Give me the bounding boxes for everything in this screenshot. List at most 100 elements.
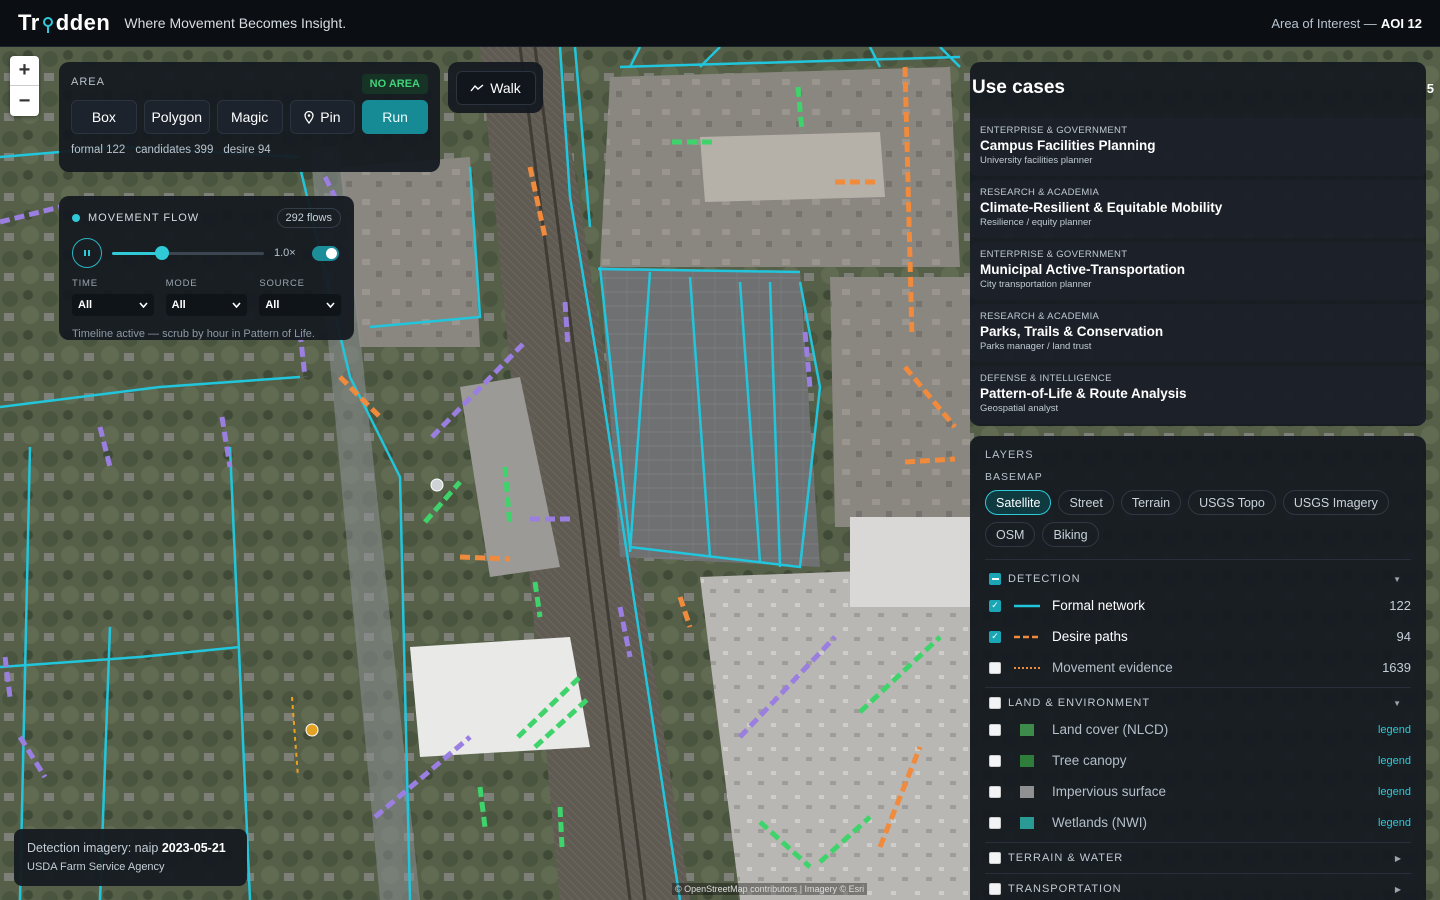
- land-group-checkbox[interactable]: [989, 697, 1001, 709]
- use-cases-panel: Use cases 5 ENTERPRISE & GOVERNMENT Camp…: [970, 62, 1434, 426]
- use-case-item[interactable]: ENTERPRISE & GOVERNMENT Campus Facilitie…: [970, 118, 1426, 176]
- timeline-handle[interactable]: [155, 245, 170, 260]
- no-area-badge: NO AREA: [361, 74, 428, 94]
- caret-down-icon: ▼: [1393, 698, 1401, 708]
- detection-group-checkbox[interactable]: [989, 573, 1001, 585]
- source-select[interactable]: All: [259, 294, 342, 316]
- time-select[interactable]: All: [72, 294, 154, 316]
- use-case-item[interactable]: RESEARCH & ACADEMIA Parks, Trails & Cons…: [970, 304, 1426, 362]
- basemap-biking[interactable]: Biking: [1042, 522, 1099, 547]
- pause-button[interactable]: [72, 238, 102, 268]
- desire-paths-count: 94: [1396, 629, 1411, 644]
- divider: [985, 842, 1411, 843]
- use-case-persona: Parks manager / land trust: [980, 341, 1092, 352]
- use-case-name: Campus Facilities Planning: [980, 138, 1156, 153]
- box-tool-button[interactable]: Box: [71, 100, 137, 134]
- impervious-surface-checkbox[interactable]: [989, 785, 1001, 798]
- use-case-name: Parks, Trails & Conservation: [980, 324, 1164, 339]
- desire-paths-label: Desire paths: [1052, 629, 1128, 644]
- imagery-info: Detection imagery: naip 2023-05-21 USDA …: [14, 829, 247, 886]
- desire-paths-checkbox[interactable]: ✓: [989, 630, 1001, 643]
- walk-label: Walk: [490, 79, 521, 96]
- tree-canopy-checkbox[interactable]: [989, 754, 1001, 767]
- run-button[interactable]: Run: [362, 100, 428, 134]
- layer-row-formal-network[interactable]: ✓ Formal network 122: [985, 590, 1411, 621]
- app-logo[interactable]: Tr dden: [18, 10, 110, 36]
- wetlands-label: Wetlands (NWI): [1052, 815, 1148, 830]
- layer-row-tree-canopy[interactable]: Tree canopy legend: [985, 745, 1411, 776]
- transportation-group-header[interactable]: TRANSPORTATION ▶: [985, 878, 1411, 900]
- use-cases-count: 5: [1426, 80, 1434, 96]
- top-bar: Tr dden Where Movement Becomes Insight. …: [0, 0, 1440, 47]
- basemap-label: BASEMAP: [985, 471, 1043, 483]
- map-pin-icon: [42, 14, 54, 33]
- formal-network-checkbox[interactable]: ✓: [989, 599, 1001, 612]
- movement-evidence-label: Movement evidence: [1052, 660, 1173, 675]
- use-case-category: RESEARCH & ACADEMIA: [980, 311, 1100, 322]
- walk-button[interactable]: Walk: [455, 70, 536, 105]
- mode-filter: MODE All: [165, 278, 248, 316]
- land-group-header[interactable]: LAND & ENVIRONMENT ▼: [985, 692, 1411, 714]
- basemap-street[interactable]: Street: [1058, 490, 1114, 515]
- map-attribution[interactable]: © OpenStreetMap contributors | Imagery ©…: [672, 883, 868, 895]
- use-case-name: Municipal Active-Transportation: [980, 262, 1186, 277]
- mode-select[interactable]: All: [165, 294, 248, 316]
- flow-count-badge: 292 flows: [276, 208, 341, 228]
- movement-flow-panel: MOVEMENT FLOW 292 flows 1.0× TIME All MO…: [59, 196, 354, 340]
- layer-row-movement-evidence[interactable]: Movement evidence 1639: [985, 652, 1411, 683]
- layer-row-wetlands[interactable]: Wetlands (NWI) legend: [985, 807, 1411, 838]
- tree-canopy-legend-link[interactable]: legend: [1378, 755, 1411, 767]
- wetlands-swatch: [1014, 816, 1040, 829]
- polygon-tool-button[interactable]: Polygon: [143, 100, 210, 134]
- terrain-group-checkbox[interactable]: [989, 852, 1001, 864]
- layers-panel: LAYERS BASEMAP Satellite Street Terrain …: [970, 436, 1426, 900]
- wetlands-checkbox[interactable]: [989, 816, 1001, 829]
- pin-tool-label: Pin: [320, 109, 341, 125]
- timeline-hint: Timeline active — scrub by hour in Patte…: [72, 328, 315, 340]
- basemap-usgs-topo[interactable]: USGS Topo: [1188, 490, 1276, 515]
- basemap-usgs-imagery[interactable]: USGS Imagery: [1282, 490, 1389, 515]
- impervious-surface-legend-link[interactable]: legend: [1378, 786, 1411, 798]
- tree-canopy-swatch: [1014, 754, 1040, 767]
- terrain-group-header[interactable]: TERRAIN & WATER ▶: [985, 847, 1411, 869]
- movement-evidence-checkbox[interactable]: [989, 661, 1001, 674]
- basemap-terrain[interactable]: Terrain: [1120, 490, 1182, 515]
- flow-toggle[interactable]: [312, 245, 339, 261]
- dotted-line-swatch: [1014, 662, 1040, 674]
- wetlands-legend-link[interactable]: legend: [1378, 817, 1411, 829]
- divider: [985, 559, 1411, 560]
- use-case-item[interactable]: RESEARCH & ACADEMIA Climate-Resilient & …: [970, 180, 1426, 238]
- use-case-item[interactable]: ENTERPRISE & GOVERNMENT Municipal Active…: [970, 242, 1426, 300]
- zoom-in-button[interactable]: +: [10, 56, 39, 86]
- basemap-osm[interactable]: OSM: [985, 522, 1036, 547]
- land-cover-legend-link[interactable]: legend: [1378, 724, 1411, 736]
- formal-network-label: Formal network: [1052, 598, 1146, 613]
- zoom-out-button[interactable]: −: [10, 86, 39, 116]
- transportation-group-label: TRANSPORTATION: [1008, 883, 1122, 895]
- flow-status-dot: [72, 214, 80, 222]
- speed-readout[interactable]: 1.0×: [274, 247, 302, 259]
- source-filter: SOURCE All: [259, 278, 342, 316]
- basemap-satellite[interactable]: Satellite: [985, 490, 1052, 515]
- use-case-name: Pattern-of-Life & Route Analysis: [980, 386, 1187, 401]
- pin-tool-button[interactable]: Pin: [289, 100, 356, 134]
- transportation-group-checkbox[interactable]: [989, 883, 1001, 895]
- formal-count: formal 122: [71, 144, 126, 156]
- land-cover-checkbox[interactable]: [989, 723, 1001, 736]
- detection-group-header[interactable]: DETECTION ▼: [985, 568, 1411, 590]
- use-case-item[interactable]: DEFENSE & INTELLIGENCE Pattern-of-Life &…: [970, 366, 1426, 424]
- layer-row-impervious-surface[interactable]: Impervious surface legend: [985, 776, 1411, 807]
- walk-trend-icon: [470, 83, 484, 91]
- pin-icon: [304, 110, 314, 124]
- magic-tool-button[interactable]: Magic: [216, 100, 283, 134]
- layer-row-land-cover[interactable]: Land cover (NLCD) legend: [985, 714, 1411, 745]
- mode-filter-label: MODE: [165, 278, 198, 289]
- time-filter: TIME All: [72, 278, 154, 316]
- area-panel: AREA NO AREA Box Polygon Magic Pin Run f…: [59, 62, 440, 172]
- solid-line-swatch: [1014, 600, 1040, 612]
- land-cover-swatch: [1014, 723, 1040, 736]
- timeline-slider[interactable]: [112, 245, 264, 260]
- aoi-label: Area of Interest —: [1271, 15, 1377, 31]
- chevron-down-icon: [232, 302, 241, 308]
- layer-row-desire-paths[interactable]: ✓ Desire paths 94: [985, 621, 1411, 652]
